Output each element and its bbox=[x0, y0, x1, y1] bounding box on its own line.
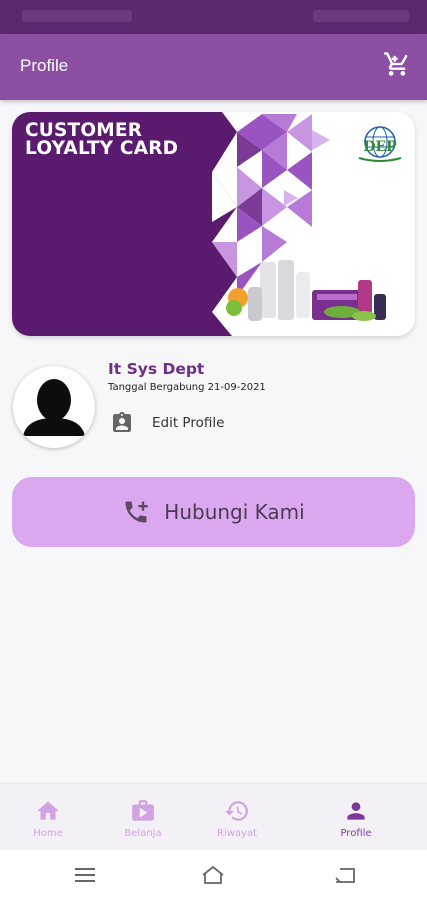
status-icons-area bbox=[313, 10, 409, 22]
person-icon bbox=[347, 802, 365, 820]
contact-card-icon bbox=[108, 409, 136, 437]
nav-profile[interactable]: Profile bbox=[328, 784, 384, 851]
back-icon[interactable] bbox=[332, 863, 358, 887]
loyalty-card-title-line2: LOYALTY CARD bbox=[25, 138, 179, 159]
system-navigation bbox=[0, 850, 427, 900]
company-logo-text: DEP bbox=[363, 139, 397, 155]
loyalty-card-title: CUSTOMER LOYALTY CARD bbox=[25, 121, 179, 159]
avatar bbox=[13, 366, 95, 448]
phone-add-icon bbox=[125, 501, 148, 523]
edit-profile-label: Edit Profile bbox=[152, 415, 225, 431]
contact-us-label: Hubungi Kami bbox=[164, 500, 305, 524]
menu-icon[interactable] bbox=[72, 863, 98, 887]
page-title: Profile bbox=[20, 56, 69, 75]
home-icon bbox=[37, 801, 59, 820]
bottom-navigation: Home Belanja Riwayat Profile bbox=[0, 783, 427, 850]
home-outline-icon[interactable] bbox=[200, 863, 226, 887]
edit-profile-button[interactable]: Edit Profile bbox=[108, 409, 224, 437]
status-time-area bbox=[22, 10, 132, 22]
user-silhouette-icon bbox=[23, 379, 85, 436]
contact-us-button[interactable]: Hubungi Kami bbox=[12, 477, 415, 547]
status-bar bbox=[0, 0, 427, 34]
company-logo: DEP bbox=[358, 126, 402, 162]
nav-home[interactable]: Home bbox=[22, 784, 74, 851]
user-name: It Sys Dept bbox=[108, 360, 205, 378]
nav-belanja[interactable]: Belanja bbox=[116, 784, 170, 851]
loyalty-card: CUSTOMER LOYALTY CARD DEP bbox=[12, 112, 415, 336]
shopping-cart-icon[interactable] bbox=[383, 50, 411, 78]
join-date: Tanggal Bergabung 21-09-2021 bbox=[108, 382, 266, 393]
nav-home-label: Home bbox=[33, 828, 63, 839]
history-icon bbox=[225, 801, 248, 821]
app-bar: Profile bbox=[0, 34, 427, 100]
nav-profile-label: Profile bbox=[340, 828, 372, 839]
nav-riwayat[interactable]: Riwayat bbox=[209, 784, 265, 851]
nav-riwayat-label: Riwayat bbox=[217, 828, 257, 839]
shopping-bag-icon bbox=[132, 800, 154, 821]
nav-belanja-label: Belanja bbox=[124, 828, 162, 839]
